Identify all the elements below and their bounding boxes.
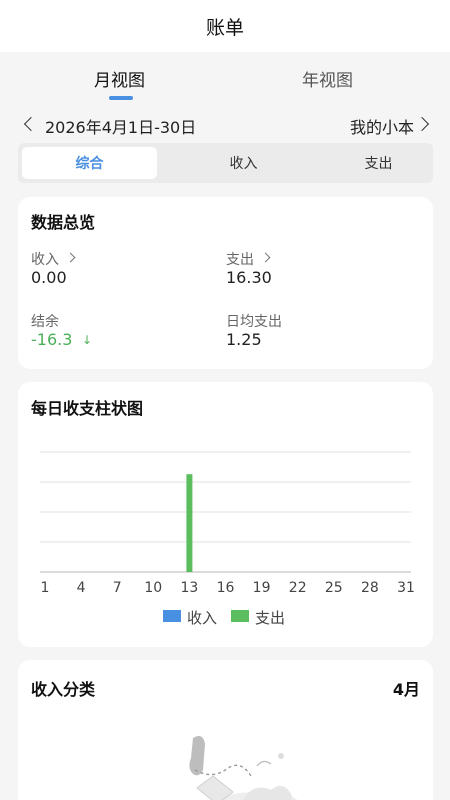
top-bar: 账单: [0, 0, 450, 52]
chevron-right-icon[interactable]: [260, 252, 271, 263]
arrow-down-icon: ↓: [82, 333, 93, 347]
balance-label: 结余: [31, 314, 59, 330]
expense-value: 16.30: [226, 268, 272, 287]
x-tick-label-28: 28: [361, 580, 379, 596]
seg-tab-expense[interactable]: 支出: [311, 147, 446, 179]
chart-legend: 收入 支出: [18, 606, 433, 628]
category-title: 收入分类: [31, 680, 96, 699]
empty-state-illustration: [189, 736, 298, 800]
category-month[interactable]: 4月: [393, 676, 420, 700]
legend-expense-label[interactable]: 支出: [255, 607, 285, 628]
daily-expense-label: 日均支出: [226, 314, 282, 330]
chevron-left-icon[interactable]: [23, 116, 39, 132]
chevron-right-icon[interactable]: [65, 252, 76, 263]
page-title: 账单: [205, 16, 244, 39]
income-label[interactable]: 收入: [31, 249, 59, 269]
balance-value: -16.3: [31, 330, 73, 349]
x-tick-label-22: 22: [289, 580, 307, 596]
legend-income-swatch: [163, 610, 181, 622]
tab-month-view[interactable]: 月视图: [94, 66, 145, 91]
x-tick-label-1: 1: [41, 580, 50, 596]
x-tick-label-31: 31: [397, 580, 415, 596]
date-range[interactable]: 2026年4月1日-30日: [45, 114, 196, 138]
x-tick-label-7: 7: [113, 580, 122, 596]
book-selector[interactable]: 我的小本: [350, 114, 414, 138]
x-tick-label-10: 10: [144, 580, 162, 596]
x-tick-label-13: 13: [180, 580, 198, 596]
x-tick-label-4: 4: [77, 580, 86, 596]
legend-expense-swatch: [231, 610, 249, 622]
chevron-right-icon[interactable]: [414, 116, 430, 132]
date-bar: 2026年4月1日-30日 我的小本: [0, 108, 450, 140]
seg-tab-income[interactable]: 收入: [176, 147, 311, 179]
seg-tab-overall[interactable]: 综合: [22, 147, 157, 179]
summary-title: 数据总览: [31, 213, 96, 232]
income-value: 0.00: [31, 268, 67, 287]
daily-bar-chart: 1 4 7 10 13 16 19 22 25 28 31: [40, 451, 415, 596]
x-tick-label-25: 25: [325, 580, 343, 596]
income-category-card: 收入分类 4月: [18, 660, 433, 800]
summary-card: 数据总览 收入 0.00 支出 16.30 结余 -16.3 ↓ 日均支出 1.…: [18, 197, 433, 369]
x-tick-label-19: 19: [253, 580, 271, 596]
expense-label[interactable]: 支出: [226, 249, 254, 269]
view-tabs: 月视图 年视图: [0, 52, 450, 102]
tab-year-view[interactable]: 年视图: [302, 66, 353, 91]
legend-income-label[interactable]: 收入: [187, 607, 217, 628]
bar-expense-day-13[interactable]: [186, 474, 193, 572]
daily-chart-card: 每日收支柱状图 1 4 7 10 13 16 19 22 25 28 31 收入 支出: [18, 382, 433, 647]
daily-expense-value: 1.25: [226, 330, 262, 349]
segment-tabs: 综合 收入 支出: [18, 143, 433, 183]
active-tab-indicator: [109, 96, 133, 100]
x-tick-label-16: 16: [217, 580, 235, 596]
